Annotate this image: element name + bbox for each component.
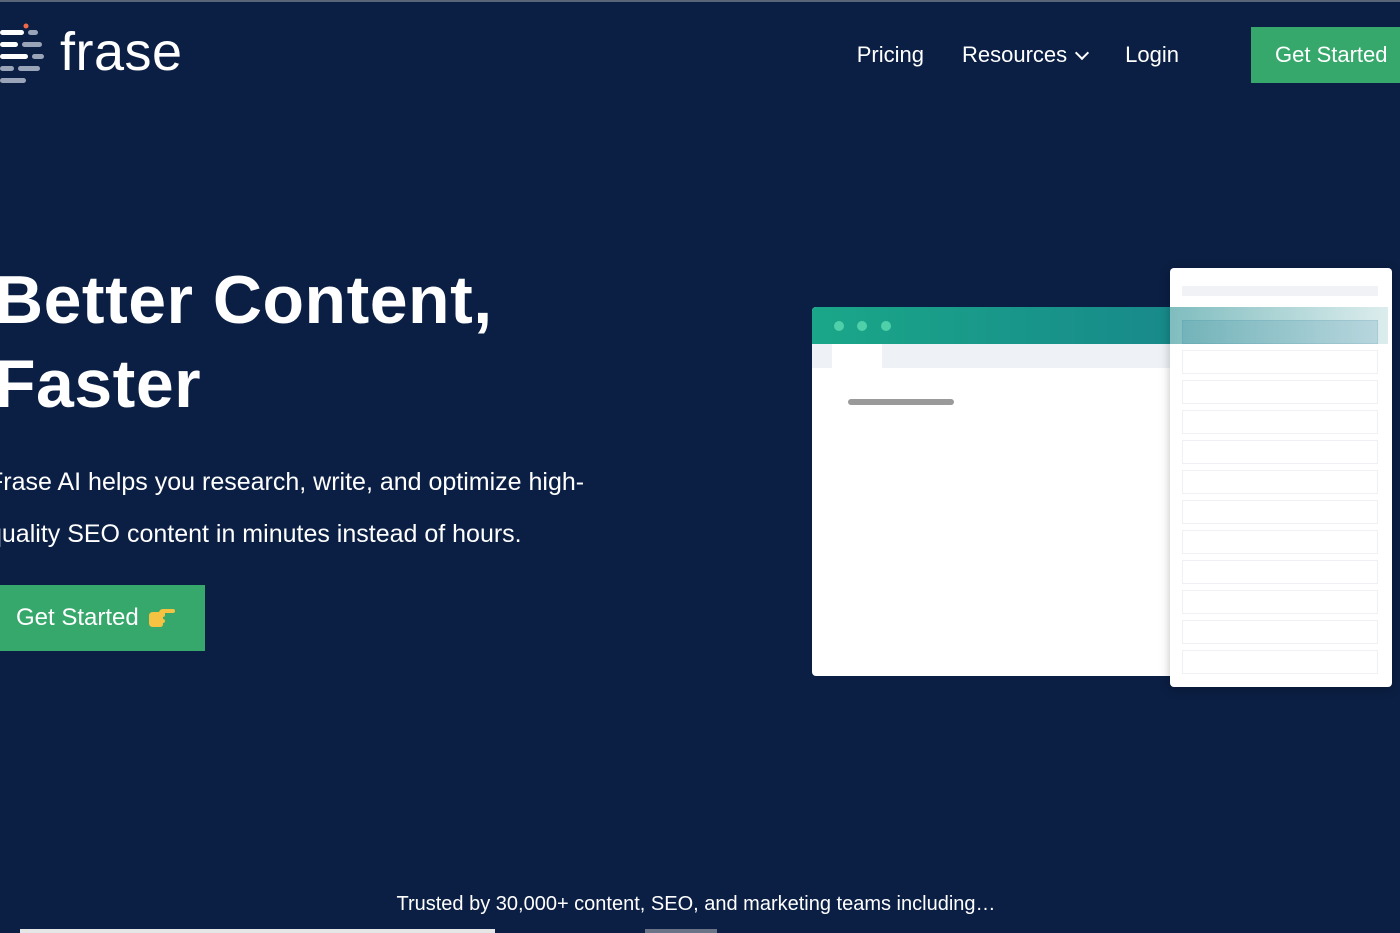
landing-page: frase Pricing Resources Login Get Starte… bbox=[0, 0, 1400, 933]
trusted-by-text: Trusted by 30,000+ content, SEO, and mar… bbox=[396, 893, 996, 915]
nav-pricing[interactable]: Pricing bbox=[857, 42, 924, 68]
hero-title-line2: Faster bbox=[0, 346, 202, 422]
side-panel-row bbox=[1182, 410, 1378, 434]
frase-logo[interactable]: frase bbox=[0, 22, 183, 86]
mockup-dot-icon bbox=[834, 321, 844, 331]
side-panel-row bbox=[1182, 530, 1378, 554]
side-panel-row bbox=[1182, 620, 1378, 644]
pointing-hand-icon bbox=[147, 607, 175, 629]
top-nav: Pricing Resources Login Get Started bbox=[857, 27, 1400, 83]
mockup-titlebar bbox=[812, 307, 1212, 344]
horizontal-scrollbar[interactable] bbox=[20, 929, 495, 933]
mockup-side-panel bbox=[1170, 268, 1392, 687]
side-panel-row bbox=[1182, 440, 1378, 464]
chevron-down-icon bbox=[1075, 45, 1090, 61]
window-top-edge bbox=[0, 0, 1400, 2]
nav-login[interactable]: Login bbox=[1125, 42, 1179, 68]
side-panel-header bbox=[1182, 286, 1378, 296]
hero-subtitle-line2: quality SEO content in minutes instead o… bbox=[0, 520, 522, 548]
mockup-text-line bbox=[848, 399, 954, 405]
hero-title: Better Content, Faster bbox=[0, 258, 493, 426]
side-panel-row bbox=[1182, 350, 1378, 374]
side-panel-row bbox=[1182, 560, 1378, 584]
hero-subtitle-line1: Frase AI helps you research, write, and … bbox=[0, 468, 585, 496]
mockup-toolbar-strip bbox=[812, 344, 832, 368]
nav-resources[interactable]: Resources bbox=[962, 42, 1090, 68]
hero-get-started-button[interactable]: Get Started bbox=[0, 585, 205, 651]
logo-wordmark: frase bbox=[60, 22, 183, 82]
nav-resources-label: Resources bbox=[962, 42, 1068, 67]
frase-logo-icon bbox=[0, 22, 46, 86]
mockup-toolbar-strip bbox=[882, 344, 1212, 368]
editor-mockup-window bbox=[812, 307, 1212, 676]
side-panel-row bbox=[1182, 650, 1378, 674]
side-panel-row bbox=[1182, 470, 1378, 494]
scrollbar-segment bbox=[645, 929, 717, 933]
side-panel-row bbox=[1182, 500, 1378, 524]
hero-subtitle: Frase AI helps you research, write, and … bbox=[0, 456, 668, 560]
hero-cta-label: Get Started bbox=[16, 604, 139, 631]
mockup-dot-icon bbox=[881, 321, 891, 331]
side-panel-row bbox=[1182, 590, 1378, 614]
mockup-dot-icon bbox=[857, 321, 867, 331]
hero-title-line1: Better Content, bbox=[0, 262, 493, 338]
nav-get-started-button[interactable]: Get Started bbox=[1251, 27, 1400, 83]
side-panel-row bbox=[1182, 320, 1378, 344]
side-panel-row bbox=[1182, 380, 1378, 404]
